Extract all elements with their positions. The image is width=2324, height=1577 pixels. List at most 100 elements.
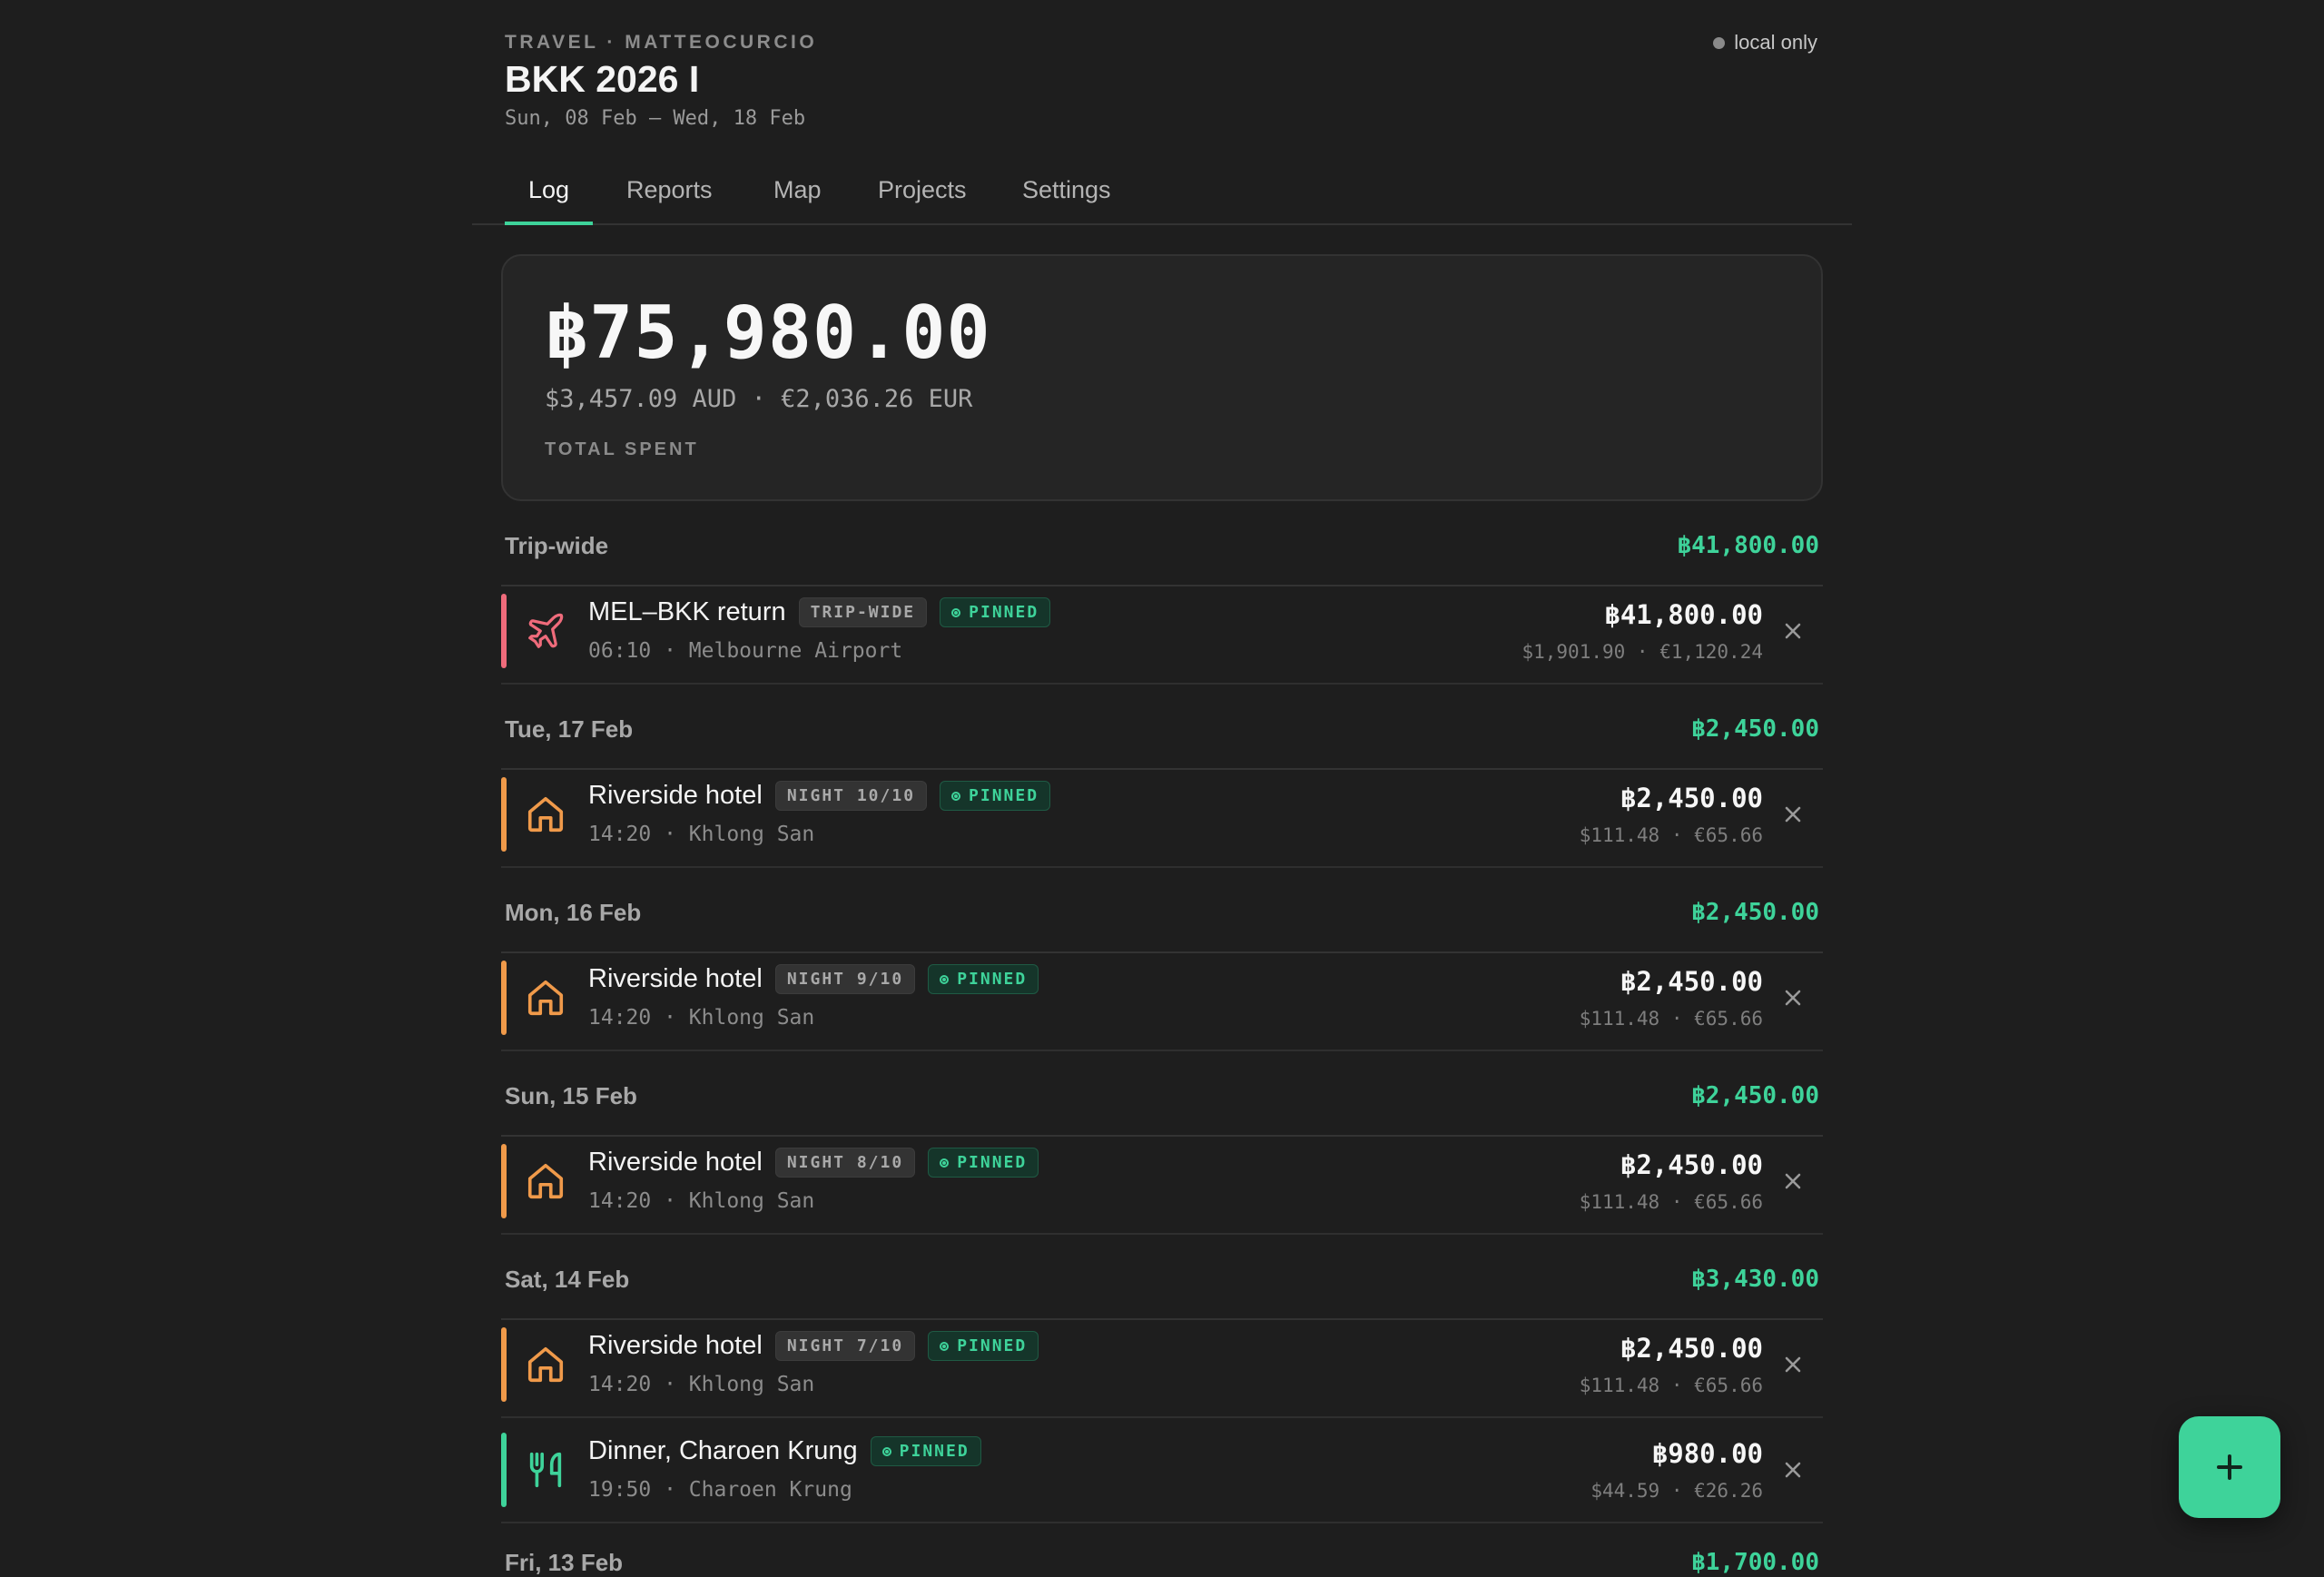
entry-name: Dinner, Charoen Krung [588,1436,858,1465]
trip-title: BKK 2026 I [505,58,700,100]
group-name: Sat, 14 Feb [505,1266,630,1293]
sync-status-label: local only [1734,31,1817,54]
fork-knife-icon [529,1452,562,1488]
entry-tag-badge: NIGHT 7/10 [774,1331,916,1361]
entry-amount: ฿980.00 [1651,1438,1763,1469]
group-name: Sun, 15 Feb [505,1082,637,1109]
group-total: ฿2,450.00 [1691,899,1819,926]
category-accent-bar [501,777,507,852]
close-icon [1785,1356,1801,1373]
pinned-label: PINNED [969,603,1039,622]
entry-meta: 14:20 · Khlong San [588,1006,815,1030]
delete-entry-button[interactable] [1776,1453,1810,1487]
group-total: ฿41,800.00 [1677,532,1819,559]
total-conversions: $3,457.09 AUD · €2,036.26 EUR [545,385,973,413]
close-icon [1785,623,1801,639]
pin-icon [951,607,961,617]
entry-amount: ฿2,450.00 [1620,783,1763,813]
trip-date-range: Sun, 08 Feb – Wed, 18 Feb [505,107,806,130]
pinned-label: PINNED [957,1336,1028,1355]
pin-icon [940,1341,950,1351]
entry-tag-badge: NIGHT 10/10 [774,781,928,811]
close-icon [1785,1173,1801,1189]
entry-meta: 14:20 · Khlong San [588,1189,815,1213]
entry-title-row: Dinner, Charoen Krung PINNED [588,1436,981,1466]
entry-amount: ฿2,450.00 [1620,966,1763,997]
expense-entry[interactable]: MEL–BKK return TRIP-WIDE PINNED 06:10 · … [501,576,1823,685]
close-icon [1785,806,1801,823]
entry-tag-badge: TRIP-WIDE [798,597,928,627]
entry-conversion: $111.48 · €65.66 [1579,1008,1763,1030]
delete-entry-button[interactable] [1776,1164,1810,1198]
trip-header: TRAVEL · MATTEOCURCIO BKK 2026 I Sun, 08… [472,0,1852,182]
close-icon [1785,990,1801,1006]
entry-title-row: Riverside hotel NIGHT 10/10 PINNED [588,781,1051,811]
add-expense-button[interactable] [2179,1416,2280,1518]
total-amount: ฿75,980.00 [545,291,991,375]
pin-icon [881,1446,891,1456]
delete-entry-button[interactable] [1776,1347,1810,1382]
group-total: ฿2,450.00 [1691,1082,1819,1109]
entry-name: MEL–BKK return [588,597,786,626]
pin-icon [951,791,961,801]
entry-amount: ฿2,450.00 [1620,1149,1763,1180]
group-total: ฿3,430.00 [1691,1266,1819,1293]
house-icon [527,796,564,833]
delete-entry-button[interactable] [1776,614,1810,648]
tab-log[interactable]: Log [505,176,594,225]
close-icon [1785,1462,1801,1478]
entry-meta: 14:20 · Khlong San [588,1373,815,1396]
pinned-label: PINNED [899,1442,970,1461]
status-dot-icon [1713,36,1726,49]
pinned-label: PINNED [969,786,1039,805]
sync-status: local only [1713,31,1817,54]
total-summary-card: ฿75,980.00 $3,457.09 AUD · €2,036.26 EUR… [501,254,1823,501]
entry-meta: 06:10 · Melbourne Airport [588,639,903,663]
entry-meta: 14:20 · Khlong San [588,823,815,846]
category-accent-bar [501,594,507,668]
pinned-badge: PINNED [928,1331,1039,1361]
entry-conversion: $44.59 · €26.26 [1590,1480,1763,1502]
tab-projects[interactable]: Projects [854,176,990,225]
total-label: TOTAL SPENT [545,439,699,459]
group-name: Trip-wide [505,532,609,559]
expense-entry[interactable]: Riverside hotel NIGHT 10/10 PINNED 14:20… [501,759,1823,868]
delete-entry-button[interactable] [1776,981,1810,1015]
entry-name: Riverside hotel [588,964,763,993]
delete-entry-button[interactable] [1776,797,1810,832]
expense-entry[interactable]: Riverside hotel NIGHT 9/10 PINNED 14:20 … [501,942,1823,1051]
plus-icon [2217,1454,2242,1480]
pinned-badge: PINNED [928,1148,1039,1178]
entry-conversion: $1,901.90 · €1,120.24 [1521,641,1763,663]
group-name: Tue, 17 Feb [505,715,634,743]
pinned-badge: PINNED [928,964,1039,994]
house-icon [527,1163,564,1199]
category-accent-bar [501,1433,507,1507]
trip-eyebrow: TRAVEL · MATTEOCURCIO [505,32,818,53]
category-accent-bar [501,1144,507,1218]
expense-entry[interactable]: Riverside hotel NIGHT 7/10 PINNED 14:20 … [501,1309,1823,1418]
group-header: Fri, 13 Feb ฿1,700.00 [501,1549,1823,1576]
entry-amount: ฿2,450.00 [1620,1333,1763,1364]
tab-bar: Log Reports Map Projects Settings [472,163,1852,225]
tab-settings[interactable]: Settings [999,176,1135,225]
category-accent-bar [501,961,507,1035]
app: TRAVEL · MATTEOCURCIO BKK 2026 I Sun, 08… [472,0,1852,1576]
entry-title-row: Riverside hotel NIGHT 7/10 PINNED [588,1331,1039,1361]
entry-name: Riverside hotel [588,1148,763,1177]
entry-tag-badge: NIGHT 9/10 [774,964,916,994]
group-total: ฿1,700.00 [1691,1549,1819,1576]
tab-reports[interactable]: Reports [603,176,736,225]
group-total: ฿2,450.00 [1691,715,1819,743]
entry-name: Riverside hotel [588,1331,763,1360]
pin-icon [940,1158,950,1168]
expense-entry[interactable]: Dinner, Charoen Krung PINNED 19:50 · Cha… [501,1414,1823,1523]
expense-entry[interactable]: Riverside hotel NIGHT 8/10 PINNED 14:20 … [501,1126,1823,1235]
entry-title-row: Riverside hotel NIGHT 8/10 PINNED [588,1148,1039,1178]
entry-conversion: $111.48 · €65.66 [1579,824,1763,846]
entry-name: Riverside hotel [588,781,763,810]
tab-map[interactable]: Map [750,176,845,225]
group-name: Fri, 13 Feb [505,1549,624,1576]
entry-title-row: MEL–BKK return TRIP-WIDE PINNED [588,597,1051,627]
house-icon [527,1346,564,1383]
